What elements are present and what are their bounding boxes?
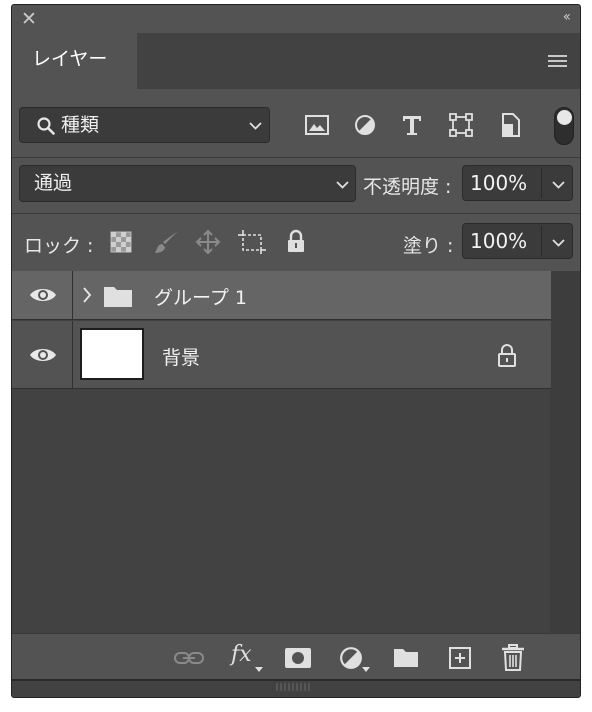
chevron-right-icon[interactable] — [82, 286, 92, 304]
blend-mode-value: 通過 — [34, 172, 73, 194]
delete-layer-icon[interactable] — [501, 644, 525, 671]
layer-name[interactable]: グループ 1 — [154, 283, 247, 310]
filter-kind-label: 種類 — [61, 114, 100, 136]
opacity-label: 不透明度 : — [363, 176, 452, 198]
filter-toggle-switch[interactable] — [554, 107, 574, 145]
shape-filter-icon[interactable] — [449, 113, 473, 137]
panel-title-bar: ✕ ‹‹ — [12, 5, 580, 33]
lock-all-icon[interactable] — [286, 229, 306, 253]
image-filter-icon[interactable] — [305, 115, 329, 135]
layers-list: グループ 1 背景 — [12, 271, 580, 633]
divider — [12, 213, 580, 214]
divider — [541, 168, 542, 198]
opacity-value: 100% — [470, 171, 528, 195]
lock-position-icon[interactable] — [195, 229, 221, 255]
visibility-toggle[interactable] — [12, 271, 73, 319]
close-panel-button[interactable]: ✕ — [21, 8, 37, 30]
new-adjustment-layer-icon[interactable] — [339, 646, 363, 670]
layer-thumbnail[interactable] — [80, 328, 144, 380]
chevron-down-icon[interactable] — [552, 181, 565, 189]
layer-name[interactable]: 背景 — [162, 343, 200, 370]
eye-icon — [30, 289, 56, 301]
resize-grip[interactable] — [12, 679, 580, 697]
lock-icon[interactable] — [497, 343, 517, 367]
layer-row-background[interactable]: 背景 — [12, 321, 551, 389]
new-layer-icon[interactable] — [448, 646, 472, 670]
new-group-icon[interactable] — [393, 647, 419, 668]
layers-scrollbar[interactable] — [550, 271, 580, 633]
panel-tab-row: レイヤー — [12, 33, 580, 89]
toggle-knob — [557, 110, 572, 125]
search-icon — [37, 117, 55, 135]
chevron-down-icon — [249, 122, 262, 130]
lock-label: ロック : — [24, 235, 94, 257]
divider — [541, 226, 542, 256]
filter-kind-select[interactable]: 種類 — [19, 107, 270, 143]
lock-transparent-pixels-icon[interactable] — [110, 231, 132, 253]
type-filter-icon[interactable] — [401, 114, 423, 136]
fx-icon[interactable]: fx — [231, 642, 252, 667]
opacity-field[interactable]: 100% — [462, 165, 573, 201]
grip-icon — [276, 683, 310, 691]
visibility-toggle[interactable] — [12, 321, 73, 388]
collapse-panel-button[interactable]: ‹‹ — [563, 9, 571, 25]
divider — [12, 157, 580, 158]
folder-icon — [104, 287, 132, 307]
layer-row-group[interactable]: グループ 1 — [12, 271, 551, 320]
blend-mode-select[interactable]: 通過 — [19, 165, 356, 202]
link-layers-icon[interactable] — [174, 651, 204, 665]
lock-image-pixels-icon[interactable] — [154, 229, 180, 255]
lock-artboard-icon[interactable] — [238, 229, 266, 255]
chevron-down-icon[interactable] — [552, 239, 565, 247]
caret-down-icon — [362, 667, 370, 672]
chevron-down-icon — [336, 181, 349, 189]
smart-object-filter-icon[interactable] — [500, 113, 522, 137]
adjustment-filter-icon[interactable] — [354, 114, 376, 136]
layers-panel: ✕ ‹‹ レイヤー 種類 通過 不透明度: 100% ロック: 塗り: 1… — [11, 4, 581, 698]
eye-icon — [30, 349, 56, 361]
fill-field[interactable]: 100% — [462, 223, 573, 259]
fill-label: 塗り : — [403, 235, 454, 257]
caret-down-icon — [255, 667, 263, 672]
layers-bottom-toolbar: fx — [12, 633, 580, 682]
fill-value: 100% — [470, 229, 528, 253]
panel-menu-icon[interactable] — [548, 55, 567, 69]
tab-layers[interactable]: レイヤー — [12, 33, 137, 89]
add-mask-icon[interactable] — [285, 648, 311, 668]
